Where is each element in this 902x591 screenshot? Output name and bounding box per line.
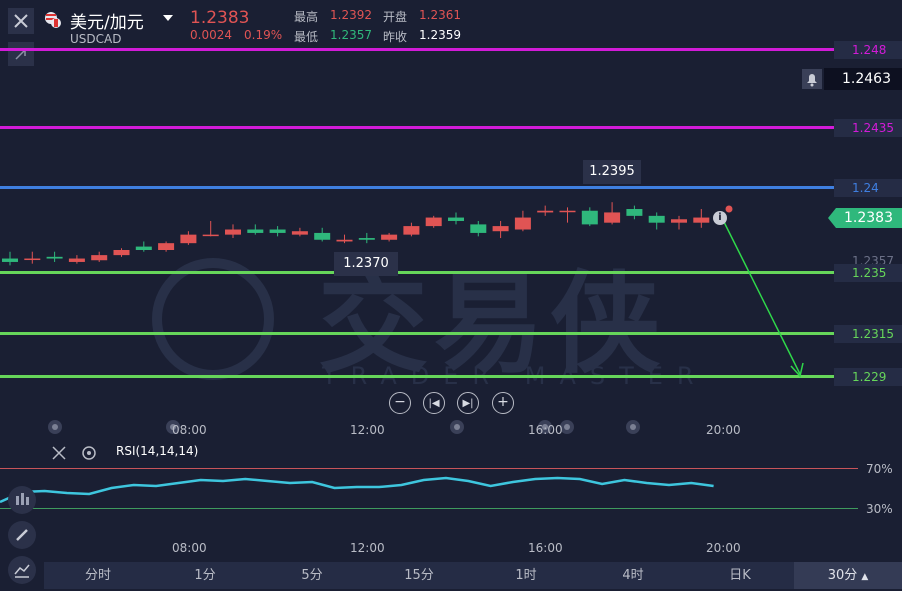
event-dot[interactable]	[626, 420, 640, 434]
candle-down[interactable]	[314, 232, 331, 240]
candle-down[interactable]	[448, 217, 464, 221]
open-value: 1.2361	[419, 8, 461, 22]
plus-icon: +	[497, 394, 509, 410]
jump-start-button[interactable]: |◀	[423, 392, 445, 414]
timeframe-bar	[44, 562, 902, 589]
pencil-icon	[16, 529, 28, 541]
zoom-in-button[interactable]: +	[492, 392, 514, 414]
candle-up[interactable]	[671, 219, 687, 223]
candle-up[interactable]	[403, 226, 420, 235]
alert-price: 1.2463	[824, 68, 902, 90]
candle-up[interactable]	[381, 234, 398, 240]
jump-end-button[interactable]: ▶|	[457, 392, 479, 414]
rsi-time-label: 20:00	[706, 541, 741, 555]
candle-up[interactable]	[537, 210, 554, 213]
candle-up[interactable]	[492, 226, 509, 232]
candle-down[interactable]	[626, 209, 643, 216]
event-dot[interactable]	[48, 420, 62, 434]
tab-5min[interactable]: 5分	[282, 562, 342, 589]
skip-forward-icon: ▶|	[462, 398, 474, 409]
draw-tool-button[interactable]	[8, 521, 36, 549]
current-price-tag: 1.2383	[836, 208, 902, 228]
skip-back-icon: |◀	[428, 398, 440, 409]
candle-down[interactable]	[247, 229, 264, 233]
candle-up[interactable]	[559, 210, 576, 213]
active-timeframe-label: 30分	[827, 568, 858, 583]
candle-down[interactable]	[46, 256, 63, 259]
candle-down[interactable]	[2, 258, 18, 262]
time-label: 20:00	[706, 423, 741, 437]
rsi-chart[interactable]	[0, 455, 834, 535]
candle-up[interactable]	[113, 250, 130, 256]
candle-down[interactable]	[269, 229, 286, 233]
price-tag-1248: 1.248	[834, 41, 902, 59]
current-price: 1.2383	[190, 8, 250, 28]
tab-1min[interactable]: 1分	[175, 562, 235, 589]
flag-icon	[44, 11, 62, 29]
event-dot[interactable]	[450, 420, 464, 434]
minus-icon: −	[394, 394, 406, 410]
candle-down[interactable]	[470, 224, 487, 233]
candle-up[interactable]	[425, 217, 442, 227]
candle-down[interactable]	[358, 238, 375, 240]
low-marker: 1.2370	[334, 252, 398, 276]
candles-icon	[16, 493, 29, 505]
candle-up[interactable]	[158, 243, 175, 250]
candle-up[interactable]	[202, 234, 219, 237]
info-icon[interactable]: i	[713, 211, 727, 225]
pair-name[interactable]: 美元/加元	[70, 8, 144, 33]
tab-daily[interactable]: 日K	[710, 562, 770, 589]
zoom-out-button[interactable]: −	[389, 392, 411, 414]
tab-1hour[interactable]: 1时	[496, 562, 556, 589]
time-label: 08:00	[172, 423, 207, 437]
high-value: 1.2392	[330, 8, 372, 22]
price-tag-1229: 1.229	[834, 368, 902, 386]
time-label: 12:00	[350, 423, 385, 437]
candle-up[interactable]	[180, 234, 197, 244]
caret-down-icon[interactable]	[163, 15, 173, 21]
candle-up[interactable]	[225, 229, 241, 235]
projection-arrow[interactable]	[700, 200, 820, 385]
rsi-time-label: 16:00	[528, 541, 563, 555]
time-label: 16:00	[528, 423, 563, 437]
rsi-time-label: 08:00	[172, 541, 207, 555]
candle-down[interactable]	[581, 210, 598, 225]
close-button[interactable]	[8, 8, 34, 34]
indicator-toggle-button[interactable]	[8, 486, 36, 514]
candle-up[interactable]	[291, 231, 308, 235]
tab-15min[interactable]: 15分	[389, 562, 449, 589]
candle-up[interactable]	[604, 212, 621, 223]
tab-4hour[interactable]: 4时	[603, 562, 663, 589]
line-chart-icon	[14, 564, 30, 578]
rsi-line	[0, 476, 714, 504]
close-icon	[14, 14, 28, 28]
candle-up[interactable]	[68, 258, 85, 262]
rsi-time-label: 12:00	[350, 541, 385, 555]
tab-30min-active[interactable]: 30分 ▲	[794, 562, 902, 589]
candle-up[interactable]	[514, 217, 531, 230]
indicator-menu-button[interactable]	[8, 556, 36, 584]
price-tag-124: 1.24	[834, 179, 902, 197]
open-label: 开盘	[383, 10, 408, 24]
candle-down[interactable]	[648, 215, 665, 223]
candle-up[interactable]	[91, 255, 108, 261]
tab-timeshare[interactable]: 分时	[68, 562, 128, 589]
price-tag-1235: 1.235	[834, 264, 902, 282]
high-marker: 1.2395	[583, 160, 641, 184]
rsi-upper-label: 70%	[866, 462, 893, 476]
candle-up[interactable]	[336, 239, 353, 242]
price-tag-12435: 1.2435	[834, 119, 902, 137]
candle-down[interactable]	[135, 246, 152, 250]
rsi-lower-label: 30%	[866, 502, 893, 516]
price-tag-12315: 1.2315	[834, 325, 902, 343]
high-label: 最高	[294, 10, 319, 24]
caret-up-icon: ▲	[861, 572, 869, 582]
candle-up[interactable]	[24, 258, 41, 261]
